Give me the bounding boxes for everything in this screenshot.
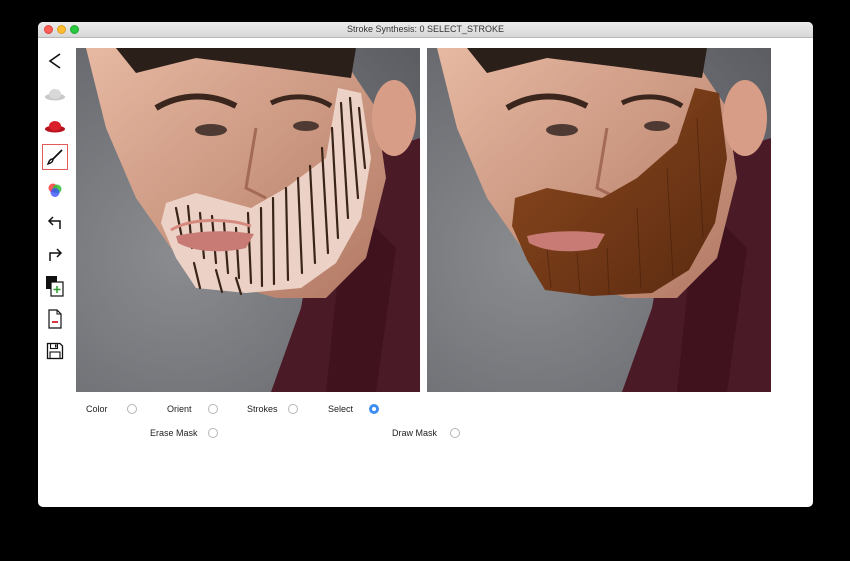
output-portrait-image [427,48,771,392]
red-hat-tool[interactable] [42,113,68,139]
delete-file-icon [48,309,62,329]
color-option-label: Color [86,404,108,414]
select-option-label: Select [328,404,354,414]
strokes-radio[interactable] [288,404,298,414]
strokes-option-label: Strokes [247,404,278,414]
draw-mask-option-label: Draw Mask [392,428,438,438]
gray-hat-tool[interactable] [42,81,68,107]
undo-button[interactable] [42,209,68,235]
color-circles-icon [48,183,62,197]
app-window: Stroke Synthesis: 0 SELECT_STROKE Color … [38,22,813,507]
save-button[interactable] [42,338,68,364]
back-button[interactable] [42,48,68,74]
save-icon [46,342,64,360]
gray-hat-icon [45,89,65,101]
new-layer-button[interactable] [42,273,68,299]
red-hat-icon [45,121,65,133]
new-layer-icon [46,276,64,297]
erase-mask-option-label: Erase Mask [150,428,198,438]
orient-radio[interactable] [208,404,218,414]
redo-button[interactable] [42,241,68,267]
output-canvas [427,48,771,392]
tool-sidebar [38,38,74,378]
delete-file-button[interactable] [42,306,68,332]
select-radio[interactable] [369,404,379,414]
input-portrait-image [76,48,420,392]
brush-icon [46,149,63,166]
color-tool-button[interactable] [42,177,68,203]
back-arrow-icon [48,53,61,69]
draw-mask-radio[interactable] [450,428,460,438]
brush-tool-button[interactable] [42,144,68,170]
erase-mask-radio[interactable] [208,428,218,438]
orient-option-label: Orient [167,404,192,414]
color-radio[interactable] [127,404,137,414]
input-canvas[interactable] [76,48,420,392]
undo-icon [47,216,61,229]
title-bar: Stroke Synthesis: 0 SELECT_STROKE [38,22,813,38]
redo-icon [49,248,63,261]
window-title: Stroke Synthesis: 0 SELECT_STROKE [346,24,505,34]
